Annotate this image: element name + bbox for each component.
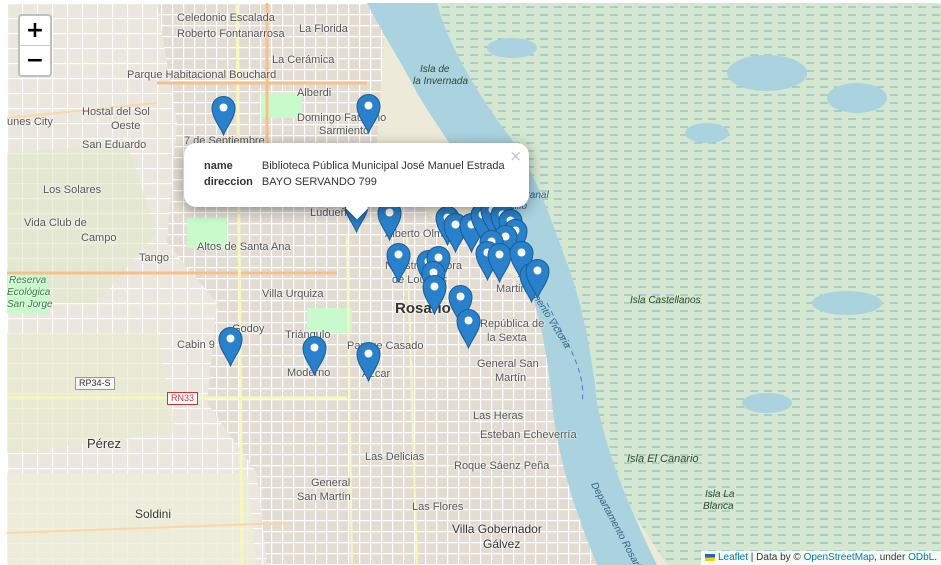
place-label: la Sexta: [487, 332, 527, 344]
map-marker-icon[interactable]: [422, 274, 447, 316]
map-marker-icon[interactable]: [356, 93, 381, 135]
place-label: unes City: [7, 116, 53, 128]
popup-key: name: [204, 160, 233, 172]
place-label: Martín: [495, 372, 527, 384]
place-label: Celedonio Escalada: [177, 12, 275, 24]
road-shield: RN33: [167, 392, 199, 405]
place-label: Campo: [81, 232, 117, 244]
attribution-text: .: [934, 552, 937, 563]
place-label: Hostal del Sol: [82, 106, 150, 118]
place-label: Roque Sáenz Peña: [454, 460, 550, 472]
place-label: San Eduardo: [82, 139, 147, 151]
city-label: Villa Gobernador: [452, 522, 542, 536]
island-label: la Invernada: [413, 76, 469, 87]
island-label: Isla Castellanos: [630, 295, 701, 306]
city-label: Gálvez: [483, 537, 521, 551]
attribution-text: | Data by ©: [748, 552, 804, 563]
info-popup: × name Biblioteca Pública Municipal José…: [184, 143, 529, 220]
place-label: Roberto Fontanarrosa: [177, 28, 285, 40]
close-icon[interactable]: ×: [509, 147, 522, 165]
zoom-out-button[interactable]: −: [20, 45, 50, 75]
place-label: República de: [480, 318, 545, 330]
place-label: Tango: [139, 252, 169, 264]
map-marker-icon[interactable]: [456, 308, 481, 350]
place-label: Las Heras: [473, 410, 524, 422]
popup-value: BAYO SERVANDO 799: [261, 176, 377, 188]
map-marker-icon[interactable]: [356, 341, 381, 383]
map-container[interactable]: Celedonio Escalada Roberto Fontanarrosa …: [7, 3, 941, 565]
place-label: La Florida: [299, 23, 348, 35]
popup-row: name Biblioteca Pública Municipal José M…: [204, 158, 509, 174]
zoom-in-button[interactable]: +: [20, 16, 50, 45]
place-label: Las Delicias: [365, 451, 425, 463]
park-label: Reserva: [9, 275, 47, 286]
island-label: Isla La: [705, 489, 735, 500]
map-marker-icon[interactable]: [386, 242, 411, 284]
island-label: Isla El Canario: [627, 453, 699, 465]
attribution: Leaflet | Data by © OpenStreetMap, under…: [700, 551, 941, 565]
place-label: San Martín: [297, 491, 351, 503]
popup-value: Biblioteca Pública Municipal José Manuel…: [261, 160, 505, 172]
place-label: Alberdi: [297, 87, 332, 99]
place-label: Altos de Santa Ana: [197, 241, 291, 253]
place-label: General: [311, 477, 351, 489]
place-label: Cabin 9: [177, 339, 215, 351]
map-marker-icon[interactable]: [211, 95, 236, 137]
place-label: Parque Habitacional Bouchard: [127, 69, 277, 81]
attribution-text: , under: [874, 552, 909, 563]
odbl-link[interactable]: ODbL: [908, 552, 934, 563]
city-label-soldini: Soldini: [135, 507, 172, 521]
place-label: Esteban Echeverría: [480, 429, 577, 441]
island-label: Blanca: [703, 501, 734, 512]
popup-table: name Biblioteca Pública Municipal José M…: [204, 158, 509, 190]
popup-row: direccion BAYO SERVANDO 799: [204, 174, 509, 190]
park-label: San Jorge: [7, 299, 53, 310]
place-label: Oeste: [111, 120, 141, 132]
map-marker-icon[interactable]: [525, 258, 550, 300]
osm-link[interactable]: OpenStreetMap: [804, 552, 875, 563]
place-label: Villa Urquiza: [262, 288, 324, 300]
ukraine-flag-icon: [704, 553, 715, 561]
map-marker-icon[interactable]: [218, 326, 243, 368]
city-label-perez: Pérez: [87, 436, 121, 451]
place-label: La Cerámica: [272, 54, 335, 66]
park-label: Ecológica: [7, 287, 51, 298]
island-label: Isla de: [420, 64, 450, 75]
basemap-tiles[interactable]: [7, 3, 941, 565]
map-marker-icon[interactable]: [302, 335, 327, 377]
zoom-control: + −: [18, 14, 52, 77]
road-shield: RP34-S: [75, 377, 115, 390]
place-label: Vida Club de: [24, 217, 87, 229]
popup-key: direccion: [204, 176, 253, 188]
place-label: General San: [477, 358, 539, 370]
place-label: Los Solares: [43, 184, 102, 196]
place-label: Las Flores: [412, 501, 464, 513]
leaflet-link[interactable]: Leaflet: [718, 552, 748, 563]
